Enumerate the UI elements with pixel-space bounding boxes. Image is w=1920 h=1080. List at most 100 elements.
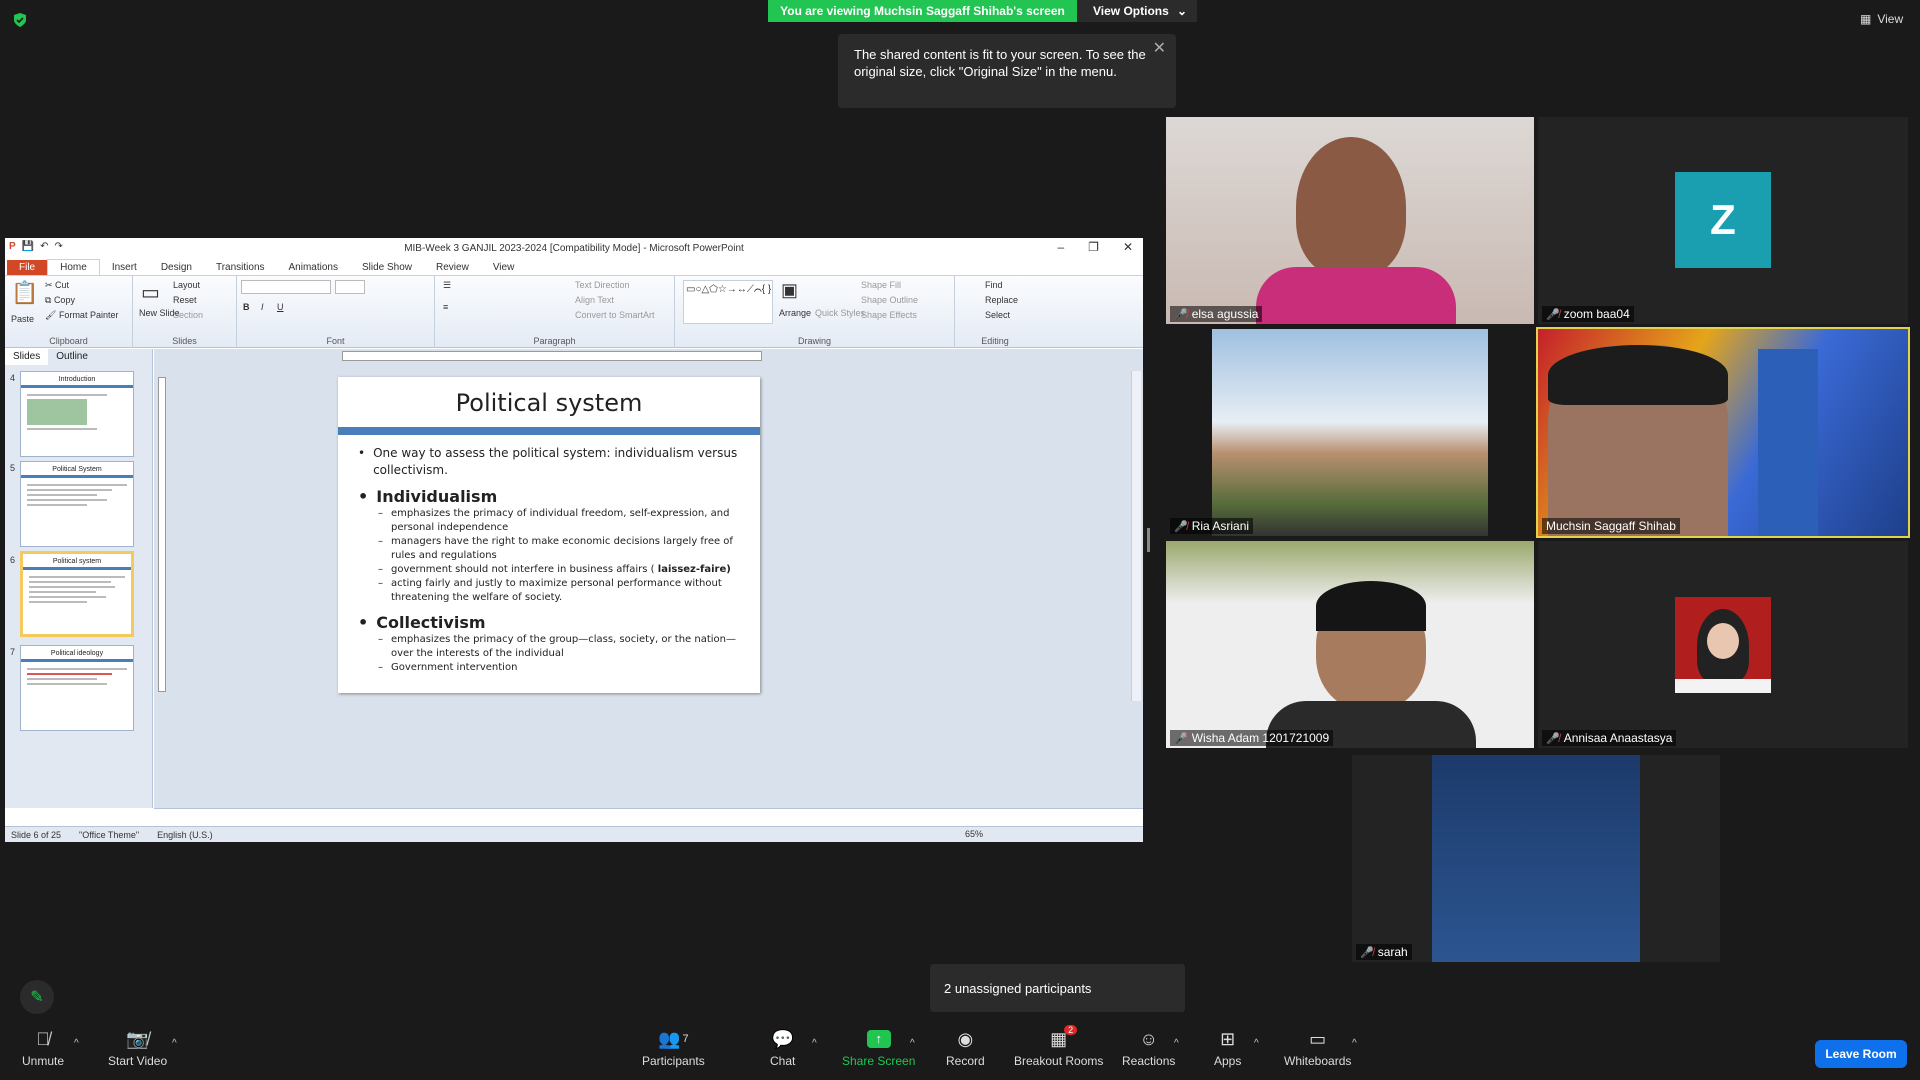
bold-icon[interactable]: B: [243, 302, 250, 312]
align-left-icon[interactable]: ≡: [443, 302, 448, 312]
chevron-up-icon[interactable]: ^: [812, 1038, 817, 1049]
start-video-button[interactable]: 📷̸ Start Video: [108, 1028, 167, 1069]
slide-thumbnail[interactable]: Political ideology: [20, 645, 134, 731]
unmute-button[interactable]: 🎙̸ Unmute: [22, 1028, 64, 1069]
breakout-rooms-button[interactable]: ▦ 2 Breakout Rooms: [1014, 1025, 1103, 1068]
video-tile[interactable]: 🎤̸ elsa agussia: [1166, 117, 1534, 324]
undo-icon[interactable]: ↶: [40, 241, 48, 252]
pencil-icon[interactable]: ✎: [20, 980, 54, 1014]
view-options-button[interactable]: View Options ⌄: [1077, 0, 1197, 22]
shape-outline-button[interactable]: Shape Outline: [861, 295, 918, 305]
tab-outline[interactable]: Outline: [48, 349, 96, 365]
arrange-button[interactable]: Arrange: [779, 308, 811, 318]
clipboard-label: Clipboard: [49, 336, 88, 346]
window-close-icon[interactable]: ✕: [1123, 240, 1133, 254]
chevron-up-icon[interactable]: ^: [1174, 1038, 1179, 1049]
italic-icon[interactable]: I: [261, 302, 264, 312]
apps-button[interactable]: ⊞ Apps: [1214, 1028, 1241, 1069]
participant-name: Ria Asriani: [1191, 519, 1250, 533]
convert-smartart-button[interactable]: Convert to SmartArt: [575, 310, 655, 320]
video-tile[interactable]: 🎤̸ Annisaa Anaastasya: [1538, 541, 1908, 748]
shapes-gallery[interactable]: ▭○△⬠☆→↔⟋⌒{ }: [683, 280, 773, 324]
record-label: Record: [946, 1054, 985, 1068]
chevron-up-icon[interactable]: ^: [1254, 1038, 1259, 1049]
tab-file[interactable]: File: [7, 260, 48, 275]
thumbnail-title: Political ideology: [50, 650, 104, 657]
vertical-ruler: [158, 377, 166, 692]
new-slide-icon[interactable]: ▭: [141, 280, 160, 305]
close-icon[interactable]: ✕: [1153, 40, 1166, 57]
redo-icon[interactable]: ↷: [55, 241, 63, 252]
layout-button[interactable]: Layout: [173, 280, 200, 290]
share-screen-button[interactable]: ↑ Share Screen: [842, 1028, 915, 1068]
participants-button[interactable]: 👥 7 Participants: [642, 1028, 705, 1069]
vertical-scrollbar[interactable]: [1131, 371, 1141, 701]
participant-name: sarah: [1377, 945, 1408, 959]
font-name-field[interactable]: [241, 280, 331, 294]
replace-button[interactable]: Replace: [985, 295, 1018, 305]
slide-thumbnail[interactable]: Introduction: [20, 371, 134, 457]
copy-button[interactable]: ⧉ Copy: [45, 295, 75, 306]
chat-icon: 💬: [771, 1028, 794, 1049]
shape-effects-button[interactable]: Shape Effects: [861, 310, 917, 320]
slide-thumbnail-selected[interactable]: Political system: [20, 551, 134, 637]
minimize-icon[interactable]: –: [1057, 240, 1064, 254]
paste-button[interactable]: Paste: [11, 314, 34, 324]
participants-count: 7: [682, 1033, 689, 1045]
video-tile[interactable]: 🎤̸ Ria Asriani: [1166, 329, 1534, 536]
format-painter-button[interactable]: 🖌 Format Painter: [45, 310, 118, 321]
tab-animations[interactable]: Animations: [277, 260, 350, 275]
tab-insert[interactable]: Insert: [100, 260, 149, 275]
tooltip-text: The shared content is fit to your screen…: [854, 47, 1146, 79]
current-slide[interactable]: Political system • One way to assess the …: [338, 377, 760, 693]
paste-icon[interactable]: 📋: [11, 280, 38, 306]
heading-collectivism: Collectivism: [376, 613, 486, 632]
brush-icon: 🖌: [45, 310, 59, 320]
chat-button[interactable]: 💬 Chat: [770, 1028, 795, 1069]
restore-icon[interactable]: ❐: [1088, 240, 1099, 254]
section-button[interactable]: Section: [173, 310, 203, 320]
avatar: [1675, 597, 1771, 693]
tab-slides[interactable]: Slides: [5, 349, 49, 365]
reactions-icon: ☺: [1139, 1028, 1158, 1049]
video-tile-active-speaker[interactable]: Muchsin Saggaff Shihab: [1536, 327, 1910, 538]
font-size-field[interactable]: [335, 280, 365, 294]
leave-room-button[interactable]: Leave Room: [1815, 1040, 1907, 1068]
align-text-button[interactable]: Align Text: [575, 295, 614, 305]
tab-home[interactable]: Home: [47, 259, 100, 275]
panel-resize-handle[interactable]: [1147, 528, 1150, 552]
arrange-icon[interactable]: ▣: [781, 280, 798, 301]
tab-review[interactable]: Review: [424, 260, 481, 275]
video-tile[interactable]: 🎤̸ sarah: [1352, 755, 1720, 962]
tab-design[interactable]: Design: [149, 260, 204, 275]
save-icon[interactable]: 💾: [22, 241, 34, 252]
mic-off-icon: 🎤̸: [1174, 732, 1188, 745]
tab-slide-show[interactable]: Slide Show: [350, 260, 424, 275]
tab-view[interactable]: View: [481, 260, 527, 275]
slide-thumbnail[interactable]: Political System: [20, 461, 134, 547]
view-button[interactable]: ▦ View: [1860, 12, 1903, 26]
chevron-up-icon[interactable]: ^: [910, 1038, 915, 1049]
record-button[interactable]: ◉ Record: [946, 1028, 985, 1069]
chevron-up-icon[interactable]: ^: [1352, 1038, 1357, 1049]
chevron-up-icon[interactable]: ^: [172, 1038, 177, 1049]
reset-button[interactable]: Reset: [173, 295, 197, 305]
find-button[interactable]: Find: [985, 280, 1003, 290]
cut-button[interactable]: ✂ Cut: [45, 280, 69, 291]
reactions-button[interactable]: ☺ Reactions: [1122, 1028, 1175, 1069]
video-tile[interactable]: 🎤̸ Wisha Adam 1201721009: [1166, 541, 1534, 748]
tab-transitions[interactable]: Transitions: [204, 260, 277, 275]
zoom-level[interactable]: 65%: [965, 829, 983, 839]
unassigned-participants-notice[interactable]: 2 unassigned participants: [930, 964, 1185, 1012]
participant-video: [1296, 137, 1406, 277]
bullets-icon[interactable]: ☰: [443, 280, 451, 291]
security-shield-icon[interactable]: [12, 12, 28, 28]
underline-icon[interactable]: U: [277, 302, 284, 312]
text-direction-button[interactable]: Text Direction: [575, 280, 630, 290]
whiteboards-button[interactable]: ▭ Whiteboards: [1284, 1028, 1351, 1069]
select-button[interactable]: Select: [985, 310, 1010, 320]
chevron-up-icon[interactable]: ^: [74, 1038, 79, 1049]
bullet-item: emphasizes the primacy of the group—clas…: [391, 634, 736, 659]
shape-fill-button[interactable]: Shape Fill: [861, 280, 901, 290]
quick-styles-button[interactable]: Quick Styles: [815, 308, 865, 318]
